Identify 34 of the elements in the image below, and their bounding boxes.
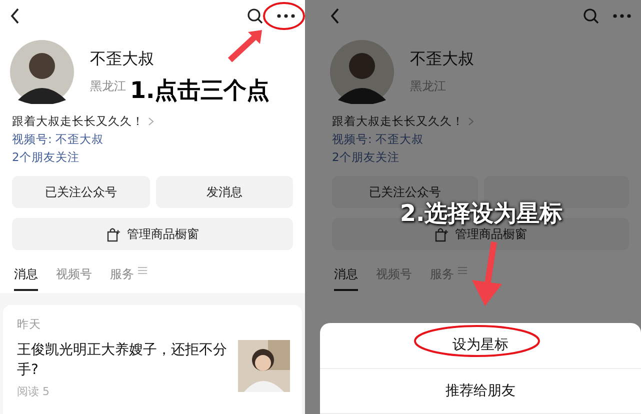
bio: 跟着大叔走长长又久久！ — [12, 113, 144, 130]
friends-following[interactable]: 2个朋友关注 — [332, 148, 400, 166]
profile-button[interactable]: 已关注公众号 — [12, 176, 150, 208]
region: 黑龙江 — [410, 78, 446, 95]
profile-name: 不歪大叔 — [410, 49, 474, 70]
annotation-circle — [262, 1, 305, 31]
read-count: 阅读 5 — [17, 384, 50, 399]
sheet-option[interactable]: 推荐给朋友 — [320, 368, 641, 414]
avatar — [330, 40, 394, 104]
chevron-icon — [148, 116, 154, 126]
channel-link[interactable]: 视频号: 不歪大叔 — [12, 130, 104, 148]
tab[interactable]: 消息 — [14, 266, 38, 291]
article-title: 王俊凯光明正大养嫂子，还拒不分手? — [17, 341, 228, 380]
bio: 跟着大叔走长长又久久！ — [332, 113, 464, 130]
search-icon[interactable] — [247, 8, 263, 24]
tab[interactable]: 视频号 — [56, 266, 92, 291]
shop-bag-icon — [106, 226, 121, 242]
chevron-icon — [468, 116, 474, 126]
tab[interactable]: 消息 — [334, 266, 358, 291]
sheet-option[interactable]: 设为星标 — [320, 323, 641, 368]
annotation-text: 1.点击三个点 — [130, 78, 270, 105]
date: 昨天 — [17, 317, 42, 332]
avatar — [10, 40, 74, 104]
back-icon[interactable] — [10, 8, 20, 24]
region: 黑龙江 — [90, 78, 126, 95]
profile-name: 不歪大叔 — [90, 49, 154, 70]
friends-following[interactable]: 2个朋友关注 — [12, 148, 80, 166]
channel-link[interactable]: 视频号: 不歪大叔 — [332, 130, 424, 148]
manage-shop-button[interactable]: 管理商品橱窗 — [12, 218, 293, 250]
more-icon[interactable] — [277, 14, 295, 18]
profile-button[interactable]: 发消息 — [156, 176, 293, 208]
tab[interactable]: 服务 — [110, 266, 134, 291]
shop-bag-icon — [434, 226, 449, 242]
article-card[interactable]: 昨天 王俊凯光明正大养嫂子，还拒不分手? 阅读 5 — [3, 305, 302, 414]
